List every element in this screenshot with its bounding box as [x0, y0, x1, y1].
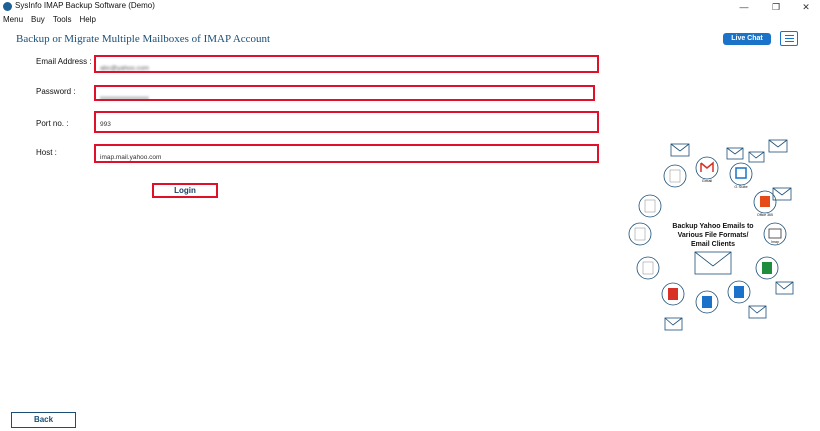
envelope-icon — [748, 151, 765, 163]
hamburger-icon[interactable] — [780, 31, 798, 46]
menu-bar: Menu Buy Tools Help — [0, 14, 96, 26]
document-icon — [669, 169, 681, 183]
pdf-icon — [668, 288, 678, 300]
app-logo-icon — [3, 2, 12, 11]
password-field[interactable] — [96, 92, 593, 105]
minimize-button[interactable]: — — [729, 0, 759, 14]
office365-label: Office 365 — [757, 213, 773, 217]
menu-item-tools[interactable]: Tools — [53, 14, 72, 26]
envelope-icon — [664, 317, 683, 331]
document-icon — [734, 286, 744, 298]
document-icon — [644, 199, 656, 213]
host-field-wrapper — [94, 144, 599, 165]
email-field-wrapper — [94, 55, 599, 76]
promo-line: Various File Formats/ — [677, 232, 749, 239]
window-title: SysInfo IMAP Backup Software (Demo) — [15, 1, 155, 10]
promo-caption: Backup Yahoo Emails to Various File Form… — [653, 222, 773, 249]
document-icon — [702, 296, 712, 308]
close-button[interactable]: ✕ — [791, 0, 820, 14]
host-label: Host : — [36, 148, 57, 157]
title-bar: SysInfo IMAP Backup Software (Demo) — ❐ … — [0, 0, 820, 14]
email-label: Email Address : — [36, 57, 92, 66]
gsuite-badge — [729, 162, 753, 186]
envelope-icon — [775, 281, 794, 295]
menu-item-help[interactable]: Help — [80, 14, 96, 26]
port-label: Port no. : — [36, 119, 69, 128]
office365-icon — [760, 196, 770, 207]
document-icon — [642, 261, 654, 275]
envelope-icon — [748, 305, 767, 319]
promo-line: Email Clients — [691, 241, 735, 248]
document-icon — [634, 227, 646, 241]
gsuite-icon — [735, 167, 747, 179]
promo-graphic: Gmail G Suite Office 365 Imap Backup Yah… — [623, 132, 803, 342]
page-title: Backup or Migrate Multiple Mailboxes of … — [16, 33, 271, 45]
envelope-icon — [726, 147, 744, 160]
live-chat-button[interactable]: Live Chat — [723, 33, 771, 45]
gmail-label: Gmail — [702, 178, 713, 183]
gsuite-label: G Suite — [734, 184, 748, 189]
envelope-icon — [768, 139, 788, 153]
menu-item-buy[interactable]: Buy — [31, 14, 45, 26]
password-field-wrapper — [94, 85, 595, 105]
email-field[interactable] — [96, 61, 597, 76]
gmail-icon — [700, 161, 714, 172]
maximize-button[interactable]: ❐ — [761, 0, 791, 14]
login-button[interactable]: Login — [152, 183, 218, 198]
host-field[interactable] — [96, 150, 597, 165]
menu-item-menu[interactable]: Menu — [3, 14, 23, 26]
excel-icon — [762, 262, 772, 274]
back-button[interactable]: Back — [11, 412, 76, 428]
envelope-icon — [670, 143, 690, 157]
port-field-wrapper — [94, 111, 599, 134]
envelope-icon — [694, 251, 732, 275]
password-label: Password : — [36, 87, 76, 96]
port-field[interactable] — [96, 115, 597, 134]
promo-line: Backup Yahoo Emails to — [672, 223, 754, 230]
